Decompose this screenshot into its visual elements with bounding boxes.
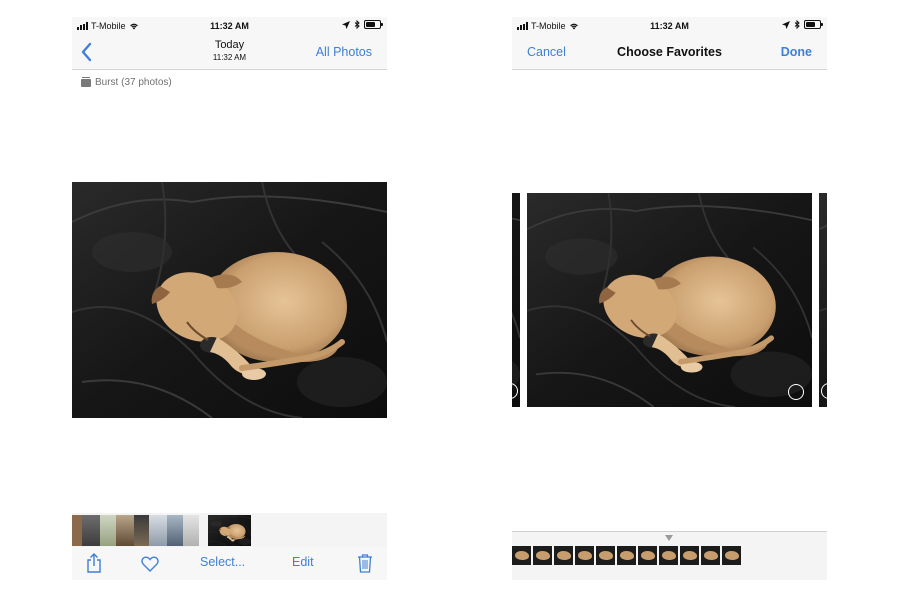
- bottom-toolbar: Select... Edit: [72, 547, 387, 580]
- thumbnail[interactable]: [116, 515, 134, 546]
- bluetooth-icon: [794, 20, 800, 29]
- burst-frame-thumbnail[interactable]: [512, 546, 531, 565]
- burst-stack-icon: [81, 76, 91, 87]
- burst-frame-thumbnail[interactable]: [575, 546, 594, 565]
- next-frame[interactable]: [819, 193, 827, 407]
- status-bar: T-Mobile 11:32 AM: [72, 17, 387, 37]
- burst-frame-thumbnail[interactable]: [722, 546, 741, 565]
- burst-frame-strip[interactable]: [512, 546, 741, 565]
- thumbnail[interactable]: [82, 515, 100, 546]
- burst-frame-thumbnail[interactable]: [638, 546, 657, 565]
- choose-favorites-screen: T-Mobile 11:32 AM Cancel Choose Favorite…: [512, 17, 827, 580]
- burst-frame-thumbnail[interactable]: [659, 546, 678, 565]
- burst-frame-thumbnail[interactable]: [596, 546, 615, 565]
- burst-count: Burst (37 photos): [95, 77, 172, 88]
- status-time: 11:32 AM: [210, 21, 249, 31]
- burst-frame-thumbnail[interactable]: [533, 546, 552, 565]
- burst-scrubber[interactable]: [512, 531, 827, 580]
- status-right: [782, 20, 823, 29]
- done-button[interactable]: Done: [781, 45, 812, 59]
- heart-icon[interactable]: [141, 556, 159, 572]
- main-photo[interactable]: [72, 182, 387, 418]
- thumbnail[interactable]: [167, 515, 183, 546]
- burst-frame-thumbnail[interactable]: [701, 546, 720, 565]
- edit-button[interactable]: Edit: [292, 555, 314, 569]
- status-bar: T-Mobile 11:32 AM: [512, 17, 827, 37]
- select-button[interactable]: Select...: [200, 555, 245, 569]
- burst-frame-thumbnail[interactable]: [617, 546, 636, 565]
- thumbnail-strip[interactable]: [72, 513, 387, 547]
- current-frame-marker-icon: [665, 535, 673, 541]
- status-time: 11:32 AM: [650, 21, 689, 31]
- all-photos-button[interactable]: All Photos: [316, 45, 372, 59]
- burst-frame-thumbnail[interactable]: [554, 546, 573, 565]
- thumbnail[interactable]: [72, 515, 82, 546]
- thumbnail[interactable]: [149, 515, 167, 546]
- burst-label: Burst (37 photos): [81, 76, 172, 88]
- select-circle[interactable]: [788, 384, 804, 400]
- nav-title: Choose Favorites: [617, 45, 722, 59]
- dog-thumbnail: [208, 515, 251, 546]
- nav-bar: Cancel Choose Favorites Done: [512, 37, 827, 70]
- dog-photo-peek: [819, 193, 827, 407]
- thumbnail[interactable]: [134, 515, 149, 546]
- burst-frame-current[interactable]: [527, 193, 812, 407]
- dog-photo: [72, 182, 387, 418]
- location-arrow-icon: [782, 20, 790, 29]
- dog-photo: [527, 193, 812, 407]
- thumbnail-selected[interactable]: [208, 515, 251, 546]
- battery-icon: [364, 20, 383, 29]
- thumbnail[interactable]: [100, 515, 116, 546]
- bluetooth-icon: [354, 20, 360, 29]
- dog-photo-peek: [512, 193, 520, 407]
- status-right: [342, 20, 383, 29]
- previous-frame[interactable]: [512, 193, 520, 407]
- burst-frame-thumbnail[interactable]: [680, 546, 699, 565]
- battery-icon: [804, 20, 823, 29]
- nav-bar: Today 11:32 AM All Photos: [72, 37, 387, 70]
- photo-viewer-screen: T-Mobile 11:32 AM Today 11:32 AM All Pho…: [72, 17, 387, 580]
- thumbnail[interactable]: [183, 515, 199, 546]
- location-arrow-icon: [342, 20, 350, 29]
- share-icon[interactable]: [86, 553, 102, 573]
- trash-icon[interactable]: [357, 553, 373, 573]
